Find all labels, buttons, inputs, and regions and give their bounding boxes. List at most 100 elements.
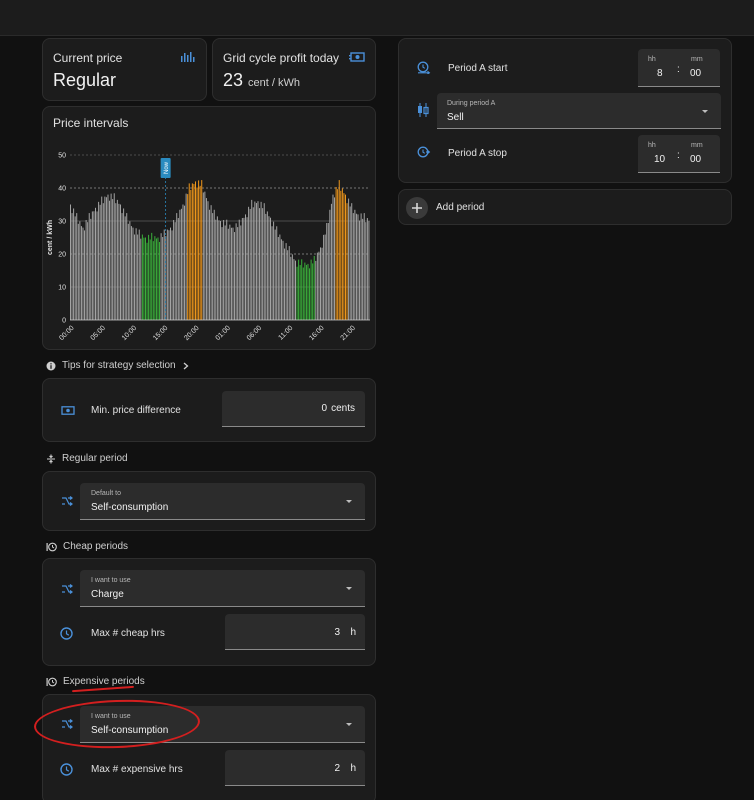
price-bar xyxy=(207,201,209,320)
price-bar xyxy=(155,238,157,320)
current-price-value: Regular xyxy=(53,70,117,90)
price-bar xyxy=(241,218,243,320)
y-tick-label: 30 xyxy=(58,219,66,226)
price-bar xyxy=(138,229,140,320)
during-period-a-label: During period A xyxy=(447,100,496,107)
grid-profit-title: Grid cycle profit today xyxy=(223,51,340,65)
price-bar xyxy=(316,252,318,320)
max-cheap-hrs-input[interactable]: 3 h xyxy=(225,614,365,650)
add-period-label: Add period xyxy=(436,202,485,213)
price-bar xyxy=(113,193,115,320)
price-bar xyxy=(304,262,306,320)
price-bar xyxy=(77,223,79,320)
price-bar xyxy=(202,192,204,320)
shuffle-icon xyxy=(62,584,73,594)
price-bar xyxy=(93,211,95,320)
price-bar xyxy=(99,204,101,320)
price-bar xyxy=(85,220,87,320)
price-bar xyxy=(326,222,328,320)
price-bar xyxy=(249,208,251,320)
price-bar xyxy=(195,181,196,320)
price-bar xyxy=(224,225,226,320)
cheap-periods-field-label: I want to use xyxy=(91,577,131,584)
price-bar xyxy=(190,189,192,320)
price-bar xyxy=(348,198,350,320)
regular-period-header: Regular period xyxy=(46,453,128,464)
price-bar xyxy=(152,241,154,320)
period-a-start-time[interactable]: hh 8 : mm 00 xyxy=(638,49,720,87)
price-bar xyxy=(160,233,162,320)
price-bar xyxy=(323,234,325,320)
price-bar xyxy=(310,259,312,320)
during-period-a-value: Sell xyxy=(447,112,464,123)
price-bar xyxy=(327,222,329,320)
chevron-down-icon xyxy=(702,110,708,113)
price-bar xyxy=(213,209,215,320)
price-bar xyxy=(223,220,225,320)
price-bar xyxy=(118,203,120,320)
price-bar xyxy=(199,185,201,320)
clock-icon xyxy=(60,763,73,776)
period-a-start-label: Period A start xyxy=(448,63,508,74)
max-expensive-hrs-input[interactable]: 2 h xyxy=(225,750,365,786)
start-mm-value[interactable]: 00 xyxy=(690,68,701,79)
price-bar xyxy=(309,268,311,320)
price-bar xyxy=(298,259,300,320)
price-bar xyxy=(210,205,212,320)
grid-profit-number: 23 xyxy=(223,70,244,90)
price-bar xyxy=(176,213,178,320)
y-tick-label: 0 xyxy=(62,318,66,325)
price-bar xyxy=(185,193,187,320)
price-bar xyxy=(313,255,315,320)
price-bar xyxy=(140,238,142,320)
price-bar xyxy=(257,201,259,320)
top-app-bar xyxy=(0,0,754,36)
price-bar xyxy=(277,237,279,320)
y-axis-label: cent / kWh xyxy=(47,220,54,255)
price-bar xyxy=(318,251,320,320)
plus-icon xyxy=(406,197,428,219)
price-bar xyxy=(230,227,232,320)
min-price-input[interactable]: 0 cents xyxy=(222,391,365,427)
price-bar xyxy=(293,259,295,320)
price-bar xyxy=(276,226,278,320)
max-cheap-hrs-unit: h xyxy=(350,627,356,638)
cheap-periods-label: Cheap periods xyxy=(63,541,129,552)
start-time-separator: : xyxy=(677,64,680,75)
price-bar xyxy=(265,213,267,320)
during-period-a-select[interactable]: During period A Sell xyxy=(437,93,721,129)
price-bar xyxy=(345,194,346,320)
y-tick-label: 20 xyxy=(58,252,66,259)
price-bar xyxy=(88,213,90,320)
price-bar xyxy=(282,240,284,320)
price-bar xyxy=(315,260,317,320)
x-tick-label: 05:00 xyxy=(90,325,107,342)
x-tick-label: 00:00 xyxy=(58,325,75,342)
price-bar xyxy=(123,208,125,320)
price-bar xyxy=(260,201,262,320)
shuffle-icon xyxy=(62,496,73,506)
max-cheap-hrs-label: Max # cheap hrs xyxy=(91,628,165,639)
period-a-stop-time[interactable]: hh 10 : mm 00 xyxy=(638,135,720,173)
stop-mm-value[interactable]: 00 xyxy=(690,154,701,165)
min-price-label: Min. price difference xyxy=(91,405,181,416)
price-bar xyxy=(71,213,73,320)
period-a-stop-label: Period A stop xyxy=(448,148,507,159)
min-price-value: 0 xyxy=(321,403,327,414)
stop-hh-value[interactable]: 10 xyxy=(654,154,665,165)
cheap-periods-select[interactable]: I want to use Charge xyxy=(80,570,365,607)
max-cheap-hrs-value: 3 xyxy=(334,627,340,638)
start-hh-value[interactable]: 8 xyxy=(657,68,663,79)
price-bar xyxy=(126,213,128,320)
regular-period-field-label: Default to xyxy=(91,490,121,497)
price-bar xyxy=(254,201,256,320)
price-bar xyxy=(248,206,250,320)
price-bar xyxy=(368,221,370,320)
add-period-button[interactable]: Add period xyxy=(398,189,732,225)
price-bar xyxy=(354,209,356,320)
price-bar xyxy=(357,214,359,320)
price-bar xyxy=(129,221,131,320)
regular-period-select[interactable]: Default to Self-consumption xyxy=(80,483,365,520)
tips-link[interactable]: Tips for strategy selection xyxy=(46,360,190,371)
price-bar xyxy=(266,211,268,320)
